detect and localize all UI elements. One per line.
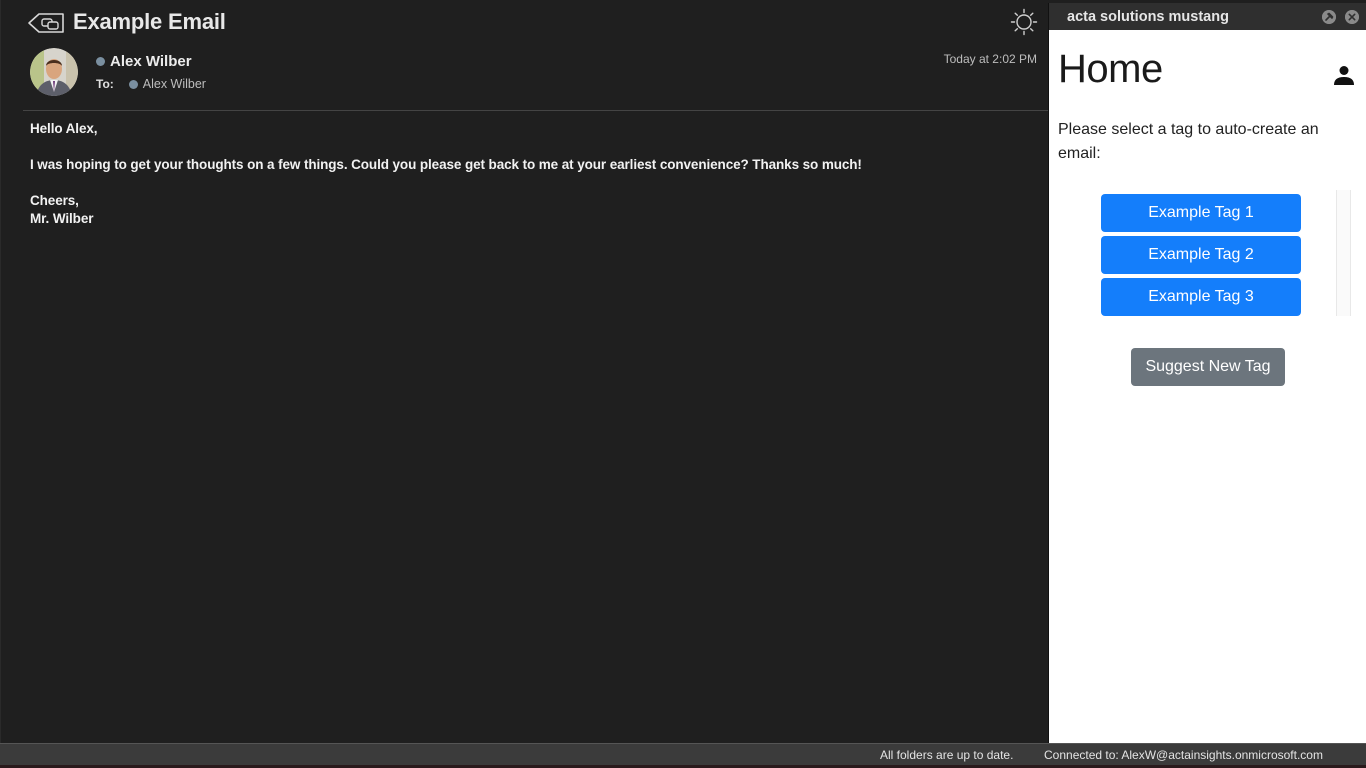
suggest-new-tag-button[interactable]: Suggest New Tag [1131, 348, 1285, 386]
email-body: Hello Alex, I was hoping to get your tho… [30, 120, 1030, 228]
tag-button-1[interactable]: Example Tag 1 [1101, 194, 1301, 232]
page-title: Home [1058, 47, 1163, 91]
header-divider [23, 110, 1049, 111]
sync-status: All folders are up to date. [880, 748, 1014, 762]
tag-button-2[interactable]: Example Tag 2 [1101, 236, 1301, 274]
to-label: To: [96, 77, 114, 91]
tag-button-3[interactable]: Example Tag 3 [1101, 278, 1301, 316]
email-greeting: Hello Alex, [30, 121, 98, 136]
recipient-name[interactable]: Alex Wilber [143, 77, 206, 91]
back-reply-icon[interactable] [27, 11, 65, 35]
tag-list-scrollbar[interactable] [1336, 190, 1351, 316]
sender-name[interactable]: Alex Wilber [110, 53, 192, 70]
close-icon[interactable] [1345, 10, 1359, 24]
email-reading-pane: Example Email Alex Wilber To: Alex Wilbe… [0, 0, 1049, 744]
status-bar: All folders are up to date. Connected to… [0, 743, 1366, 765]
instructions-text: Please select a tag to auto-create an em… [1058, 121, 1319, 162]
pin-icon[interactable] [1322, 10, 1336, 24]
email-paragraph: I was hoping to get your thoughts on a f… [30, 157, 862, 172]
user-icon[interactable] [1332, 63, 1356, 87]
email-signoff: Cheers, [30, 193, 79, 208]
email-header: Example Email [1, 0, 1049, 40]
connection-status: Connected to: AlexW@actainsights.onmicro… [1044, 748, 1323, 762]
presence-dot [128, 79, 138, 89]
addin-titlebar: acta solutions mustang [1049, 3, 1366, 30]
email-subject: Example Email [73, 9, 226, 34]
recipients: To: Alex Wilber [96, 77, 206, 91]
email-signature: Mr. Wilber [30, 211, 94, 226]
addin-title: acta solutions mustang [1067, 9, 1229, 25]
tag-list: Example Tag 1 Example Tag 2 Example Tag … [1101, 194, 1301, 320]
sender[interactable]: Alex Wilber [96, 53, 192, 70]
addin-pane: acta solutions mustang Home Please selec… [1048, 3, 1366, 744]
sun-icon[interactable] [1010, 8, 1038, 36]
avatar[interactable] [30, 48, 78, 96]
email-timestamp: Today at 2:02 PM [943, 52, 1037, 66]
presence-dot [96, 57, 105, 66]
